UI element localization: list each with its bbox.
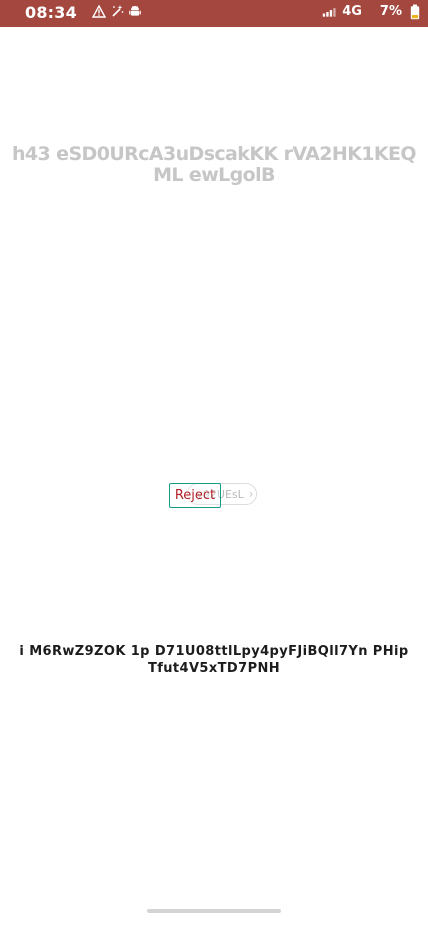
battery-low-icon [408,4,422,19]
reject-button[interactable]: Reject [169,483,221,508]
page-title: h43 eSD0URcA3uDscakKK rVA2HK1KEQ ML ewLg… [12,143,417,186]
status-right-group: 4G 7% [322,4,422,19]
status-time: 08:34 [25,3,77,22]
status-bar: 08:34 4G 7% [0,0,428,27]
app-screen: 08:34 4G 7% h43 eSD0URcA3uDscakKK rVA2HK… [0,0,428,926]
magic-wand-icon [110,4,124,18]
android-icon [128,4,142,18]
body-text: i M6RwZ9ZOK 1p D71U08ttlLpy4pyFJiBQll7Yn… [19,644,409,676]
home-indicator[interactable] [147,909,281,913]
network-type: 4G [342,4,362,19]
chevron-right-icon: › [248,487,254,501]
battery-percent: 7% [379,4,402,19]
status-notification-icons [92,4,142,18]
signal-icon [322,5,336,19]
warning-icon [92,4,106,18]
